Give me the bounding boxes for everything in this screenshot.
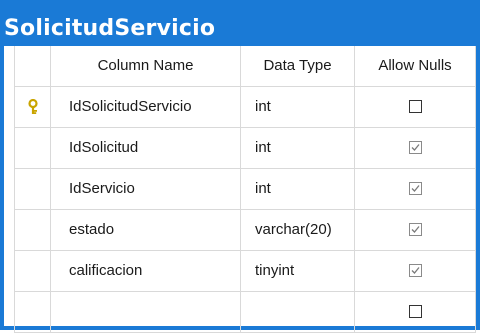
table-row[interactable]: estado varchar(20)	[14, 210, 476, 251]
data-type-cell[interactable]: int	[241, 87, 355, 127]
column-name-cell[interactable]: IdServicio	[51, 169, 241, 209]
column-name-cell[interactable]: estado	[51, 210, 241, 250]
data-type-cell[interactable]: int	[241, 169, 355, 209]
allow-nulls-checkbox[interactable]	[408, 304, 422, 318]
row-selector[interactable]	[14, 128, 51, 168]
allow-nulls-checkbox[interactable]	[408, 140, 422, 154]
checkmark-icon	[411, 225, 420, 233]
data-type-cell[interactable]: tinyint	[241, 251, 355, 291]
header-data-type: Data Type	[241, 46, 355, 86]
column-name-cell[interactable]: IdSolicitud	[51, 128, 241, 168]
row-selector[interactable]	[14, 210, 51, 250]
column-name-cell[interactable]: IdSolicitudServicio	[51, 87, 241, 127]
row-selector[interactable]	[14, 251, 51, 291]
grid-header-row: Column Name Data Type Allow Nulls	[14, 46, 476, 87]
checkmark-icon	[411, 143, 420, 151]
data-type-cell[interactable]: int	[241, 128, 355, 168]
allow-nulls-cell	[355, 169, 476, 209]
table-row-new[interactable]	[14, 292, 476, 333]
allow-nulls-checkbox[interactable]	[408, 99, 422, 113]
allow-nulls-cell	[355, 251, 476, 291]
allow-nulls-cell	[355, 128, 476, 168]
column-name-cell[interactable]	[51, 292, 241, 332]
column-name-cell[interactable]: calificacion	[51, 251, 241, 291]
header-row-selector	[14, 46, 51, 86]
row-selector[interactable]	[14, 169, 51, 209]
checkmark-icon	[411, 266, 420, 274]
allow-nulls-cell	[355, 87, 476, 127]
table-row[interactable]: IdServicio int	[14, 169, 476, 210]
data-type-cell[interactable]: varchar(20)	[241, 210, 355, 250]
table-designer-window: SolicitudServicio Column Name Data Type …	[0, 0, 480, 333]
table-row[interactable]: IdSolicitud int	[14, 128, 476, 169]
table-row[interactable]: IdSolicitudServicio int	[14, 87, 476, 128]
column-grid: Column Name Data Type Allow Nulls IdSoli…	[14, 46, 476, 333]
key-icon	[28, 99, 38, 114]
title-bar[interactable]: SolicitudServicio	[0, 0, 480, 46]
header-column-name: Column Name	[51, 46, 241, 86]
allow-nulls-checkbox[interactable]	[408, 263, 422, 277]
allow-nulls-cell	[355, 210, 476, 250]
row-selector[interactable]	[14, 292, 51, 332]
table-title: SolicitudServicio	[4, 16, 216, 41]
table-row[interactable]: calificacion tinyint	[14, 251, 476, 292]
row-selector[interactable]	[14, 87, 51, 127]
header-allow-nulls: Allow Nulls	[355, 46, 476, 86]
allow-nulls-cell	[355, 292, 476, 332]
allow-nulls-checkbox[interactable]	[408, 181, 422, 195]
allow-nulls-checkbox[interactable]	[408, 222, 422, 236]
data-type-cell[interactable]	[241, 292, 355, 332]
checkmark-icon	[411, 184, 420, 192]
